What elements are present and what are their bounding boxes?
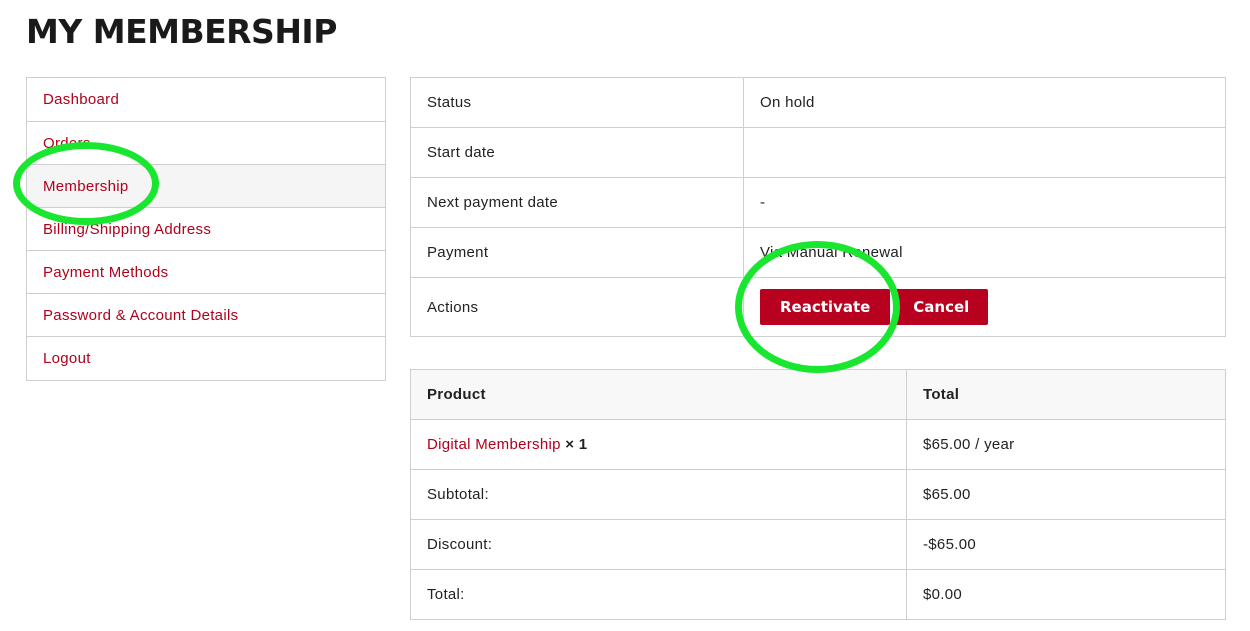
- order-item-row: Digital Membership × 1 $65.00 / year: [410, 419, 1226, 470]
- discount-row: Discount: -$65.00: [410, 519, 1226, 570]
- actions-label: Actions: [410, 277, 744, 337]
- order-details-table: Product Total Digital Membership × 1 $65…: [410, 369, 1226, 620]
- order-header-row: Product Total: [410, 369, 1226, 420]
- subtotal-label: Subtotal:: [410, 469, 907, 520]
- payment-label: Payment: [410, 227, 744, 278]
- nav-item-logout[interactable]: Logout: [27, 337, 385, 380]
- subtotal-row: Subtotal: $65.00: [410, 469, 1226, 520]
- product-total: $65.00 / year: [906, 419, 1226, 470]
- reactivate-button[interactable]: Reactivate: [760, 289, 891, 325]
- next-payment-label: Next payment date: [410, 177, 744, 228]
- product-quantity: × 1: [565, 436, 588, 453]
- nav-item-billing-shipping-address[interactable]: Billing/Shipping Address: [27, 208, 385, 251]
- status-row: Status On hold: [410, 77, 1226, 128]
- total-value: $0.00: [906, 569, 1226, 620]
- actions-cell: Reactivate Cancel: [743, 277, 1226, 337]
- payment-value: Via Manual Renewal: [743, 227, 1226, 278]
- actions-row: Actions Reactivate Cancel: [410, 277, 1226, 337]
- total-label: Total:: [410, 569, 907, 620]
- status-value: On hold: [743, 77, 1226, 128]
- discount-label: Discount:: [410, 519, 907, 570]
- page-title: MY MEMBERSHIP: [26, 12, 337, 51]
- status-label: Status: [410, 77, 744, 128]
- product-link[interactable]: Digital Membership: [427, 436, 561, 453]
- account-navigation: Dashboard Orders Membership Billing/Ship…: [26, 77, 386, 381]
- subtotal-value: $65.00: [906, 469, 1226, 520]
- total-row: Total: $0.00: [410, 569, 1226, 620]
- start-date-row: Start date: [410, 127, 1226, 178]
- start-date-value: [743, 127, 1226, 178]
- nav-item-payment-methods[interactable]: Payment Methods: [27, 251, 385, 294]
- total-column-header: Total: [906, 369, 1226, 420]
- payment-row: Payment Via Manual Renewal: [410, 227, 1226, 278]
- discount-value: -$65.00: [906, 519, 1226, 570]
- nav-item-dashboard[interactable]: Dashboard: [27, 78, 385, 122]
- next-payment-value: -: [743, 177, 1226, 228]
- nav-item-password-account-details[interactable]: Password & Account Details: [27, 294, 385, 337]
- nav-item-membership[interactable]: Membership: [27, 165, 385, 208]
- nav-item-orders[interactable]: Orders: [27, 122, 385, 165]
- start-date-label: Start date: [410, 127, 744, 178]
- next-payment-row: Next payment date -: [410, 177, 1226, 228]
- product-cell: Digital Membership × 1: [410, 419, 907, 470]
- membership-details-table: Status On hold Start date Next payment d…: [410, 77, 1226, 337]
- product-column-header: Product: [410, 369, 907, 420]
- cancel-button[interactable]: Cancel: [894, 289, 989, 325]
